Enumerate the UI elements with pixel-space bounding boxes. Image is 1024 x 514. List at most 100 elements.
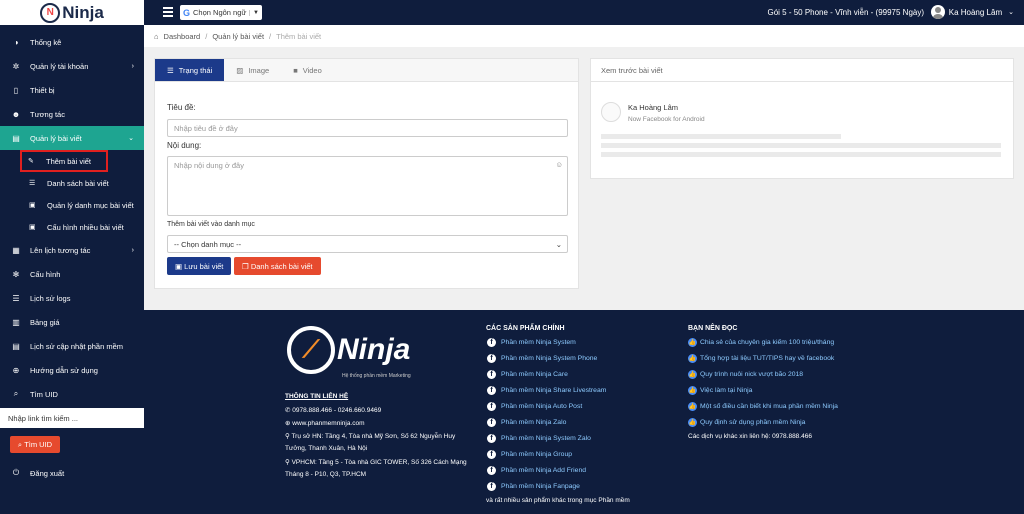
subitem-label: Danh sách bài viết	[47, 178, 109, 188]
sidebar-item-bang-gia[interactable]: ▥ Bảng giá	[0, 310, 144, 334]
logo[interactable]: N Ninja	[0, 0, 144, 25]
location-icon: ⚲	[285, 459, 292, 466]
sidebar-item-label: Tương tác	[30, 109, 65, 119]
logo-mark: N	[40, 2, 61, 23]
find-uid-label: Tìm UID	[24, 440, 53, 449]
home-icon: ⌂	[154, 31, 159, 41]
facebook-icon: f	[487, 338, 496, 347]
contact-website[interactable]: ⊕ www.phanmemninja.com	[285, 419, 365, 427]
reading-link[interactable]: 👍 Quy trình nuôi nick vượt bão 2018	[688, 370, 803, 379]
sidebar-item-huong-dan[interactable]: ⊕ Hướng dẫn sử dụng	[0, 358, 144, 382]
sidebar-item-lich-su-cap-nhat[interactable]: ▤ Lịch sử cập nhật phần mềm	[0, 334, 144, 358]
chevron-down-icon: ⌄	[128, 135, 134, 142]
footer-logo: ⟋ Ninja	[287, 325, 447, 375]
facebook-icon: f	[487, 418, 496, 427]
reading-link[interactable]: 👍 Việc làm tại Ninja	[688, 386, 752, 395]
products-title: CÁC SẢN PHẨM CHÍNH	[486, 325, 565, 332]
video-icon: ■	[293, 65, 298, 75]
sidebar-item-lich-su-logs[interactable]: ☰ Lịch sử logs	[0, 286, 144, 310]
editor-tabs: ☰ Trạng thái ▨ Image ■ Video	[155, 59, 578, 82]
title-label: Tiêu đề:	[167, 103, 196, 112]
breadcrumb-dashboard[interactable]: Dashboard	[164, 32, 201, 41]
language-select[interactable]: G Chọn Ngôn ngữ ▼	[180, 5, 262, 20]
post-list-button[interactable]: ❐ Danh sách bài viết	[234, 257, 321, 275]
subitem-label: Quản lý danh mục bài viết	[47, 200, 134, 210]
user-menu[interactable]: Ka Hoàng Lâm ⌄	[930, 5, 1014, 19]
find-uid-button[interactable]: ⌕ Tìm UID	[10, 436, 60, 453]
content-placeholder: Nhập nội dung ở đây	[174, 161, 244, 170]
sidebar-item-tim-uid[interactable]: ⌕ Tìm UID	[0, 382, 144, 406]
tab-label: Image	[248, 65, 270, 75]
emoji-icon[interactable]: ☺	[555, 160, 563, 169]
reading-link[interactable]: 👍 Chia sẻ của chuyên gia kiếm 100 triệu/t…	[688, 338, 834, 347]
preview-name: Ka Hoàng Lâm	[628, 103, 679, 112]
reading-link[interactable]: 👍 Tổng hợp tài liệu TUT/TIPS hay về faceb…	[688, 354, 834, 363]
hcm-address: ⚲ VPHCM: Tầng 5 - Tòa nhà GIC TOWER, Số …	[285, 459, 467, 466]
tab-image[interactable]: ▨ Image	[224, 59, 281, 81]
chevron-right-icon: ›	[131, 246, 134, 254]
sidebar-item-label: Quản lý bài viết	[30, 133, 82, 143]
list-icon: ☰	[29, 180, 36, 187]
category-label: Thêm bài viết vào danh mục	[167, 221, 255, 228]
list-icon: ☰	[12, 293, 20, 303]
category-value: -- Chọn danh mục --	[174, 239, 242, 249]
thumbs-up-icon: 👍	[688, 354, 697, 363]
save-post-button[interactable]: ▣ Lưu bài viết	[167, 257, 232, 275]
facebook-icon: f	[487, 434, 496, 443]
sidebar-item-label: Thiết bị	[30, 85, 55, 95]
tab-label: Trạng thái	[178, 65, 213, 75]
subitem-them-bai-viet[interactable]: ✎ Thêm bài viết	[20, 150, 108, 172]
product-link[interactable]: f Phần mềm Ninja System	[487, 338, 576, 347]
sidebar-item-tuong-tac[interactable]: ☻ Tương tác	[0, 102, 144, 126]
sidebar-item-quan-ly-bai-viet[interactable]: ▤ Quản lý bài viết ⌄	[0, 126, 144, 150]
facebook-icon: f	[487, 482, 496, 491]
title-input[interactable]: Nhập tiêu đề ở đây	[167, 119, 568, 137]
reading-link[interactable]: 👍 Một số điều cần biết khi mua phần mềm N…	[688, 402, 838, 411]
product-link[interactable]: f Phần mềm Ninja System Zalo	[487, 434, 591, 443]
product-link[interactable]: f Phần mềm Ninja Add Friend	[487, 466, 586, 475]
sidebar-item-label: Lịch sử logs	[30, 293, 71, 303]
product-link[interactable]: f Phần mềm Ninja Care	[487, 370, 568, 379]
product-link[interactable]: f Phần mềm Ninja Fanpage	[487, 482, 580, 491]
sidebar-item-thong-ke[interactable]: ◑ Thống kê	[0, 30, 144, 54]
sidebar: ◑ Thống kê ✲ Quản lý tài khoản › ▯ Thiết bị …	[0, 25, 144, 514]
language-label: Chọn Ngôn ngữ	[193, 8, 247, 17]
sidebar-item-thiet-bi[interactable]: ▯ Thiết bị	[0, 78, 144, 102]
chevron-down-icon: ▼	[249, 9, 262, 16]
product-link[interactable]: f Phần mềm Ninja System Phone	[487, 354, 597, 363]
reading-link[interactable]: 👍 Quy định sử dụng phần mềm Ninja	[688, 418, 805, 427]
subitem-quan-ly-danh-muc[interactable]: ▣ Quản lý danh mục bài viết	[0, 194, 144, 216]
sidebar-item-cau-hinh[interactable]: ✻ Cấu hình	[0, 262, 144, 286]
sidebar-item-len-lich[interactable]: ▦ Lên lịch tương tác ›	[0, 238, 144, 262]
logo-text: Ninja	[62, 2, 104, 22]
thumbs-up-icon: 👍	[688, 386, 697, 395]
tab-trang-thai[interactable]: ☰ Trạng thái	[155, 59, 225, 81]
sidebar-item-quan-ly-tai-khoan[interactable]: ✲ Quản lý tài khoản ›	[0, 54, 144, 78]
hamburger-menu-icon[interactable]	[163, 7, 173, 17]
category-select[interactable]: -- Chọn danh mục -- ⌄	[167, 235, 568, 253]
search-icon: ⌕	[13, 389, 19, 398]
post-list-label: Danh sách bài viết	[250, 261, 313, 271]
preview-subtitle: Now Facebook for Android	[628, 116, 705, 123]
subitem-danh-sach-bai-viet[interactable]: ☰ Danh sách bài viết	[0, 172, 144, 194]
uid-search-input[interactable]: Nhập link tìm kiếm ...	[0, 408, 144, 428]
tab-video[interactable]: ■ Video	[281, 59, 334, 81]
history-icon: ▤	[12, 341, 20, 351]
product-link[interactable]: f Phần mềm Ninja Group	[487, 450, 572, 459]
placeholder-line	[601, 152, 1001, 157]
post-preview-panel: Xem trước bài viết Ka Hoàng Lâm Now Face…	[590, 58, 1014, 179]
footer-logo-text: Ninja	[337, 333, 411, 366]
subitem-cau-hinh-nhieu-bai-viet[interactable]: ▣ Cấu hình nhiều bài viết	[0, 216, 144, 238]
gear-icon: ✲	[12, 61, 20, 71]
clipboard-icon: ▣	[29, 202, 36, 209]
sidebar-item-label: Thống kê	[30, 37, 62, 47]
product-link[interactable]: f Phần mềm Ninja Auto Post	[487, 402, 582, 411]
content-textarea[interactable]: Nhập nội dung ở đây ☺	[167, 156, 568, 216]
hn-address-2: Tưởng, Thanh Xuân, Hà Nội	[285, 445, 368, 452]
sidebar-item-label: Cấu hình	[30, 269, 61, 279]
breadcrumb-quan-ly-bai-viet[interactable]: Quản lý bài viết	[212, 32, 264, 41]
product-link[interactable]: f Phần mềm Ninja Share Livestream	[487, 386, 606, 395]
avatar	[601, 102, 621, 122]
product-link[interactable]: f Phần mềm Ninja Zalo	[487, 418, 566, 427]
sidebar-item-dang-xuat[interactable]: ⏻ Đăng xuất	[0, 461, 144, 485]
